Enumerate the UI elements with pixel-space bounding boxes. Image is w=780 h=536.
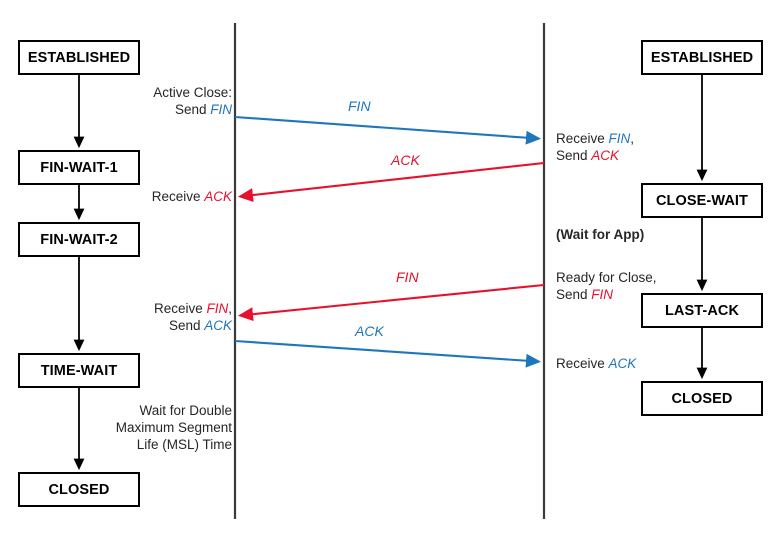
note-line: (Wait for App) <box>556 227 645 242</box>
segment-fin: FIN <box>608 131 631 146</box>
state-box-server-established[interactable]: ESTABLISHED <box>641 40 763 75</box>
note-text: Receive <box>556 131 609 146</box>
state-box-client-established[interactable]: ESTABLISHED <box>18 40 140 75</box>
ack-client-to-server-arrow <box>234 339 542 368</box>
note-text: , <box>228 301 232 316</box>
segment-fin: FIN <box>591 287 614 302</box>
note-receive-ack-server: Receive ACK <box>556 355 636 372</box>
note-line: Send FIN <box>32 101 232 118</box>
note-text: Receive <box>153 301 207 316</box>
segment-ack: ACK <box>204 318 232 333</box>
message-arrows <box>234 115 545 368</box>
tcp-termination-diagram: ESTABLISHED FIN-WAIT-1 FIN-WAIT-2 TIME-W… <box>0 0 780 536</box>
note-line: Send FIN <box>556 286 657 303</box>
fin-client-to-server-arrow <box>234 115 542 145</box>
note-active-close: Active Close: Send FIN <box>32 84 232 118</box>
state-label: ESTABLISHED <box>27 49 131 66</box>
state-label: CLOSED <box>671 390 733 407</box>
state-label: TIME-WAIT <box>40 362 118 379</box>
segment-ack: ACK <box>204 189 232 204</box>
fin-server-to-client-arrow <box>237 283 545 322</box>
state-label: FIN-WAIT-1 <box>40 159 118 176</box>
note-line: Send ACK <box>32 317 232 334</box>
note-line: Receive ACK <box>32 188 232 205</box>
arrow-label-fin-1: FIN <box>348 98 371 114</box>
arrow-label-text: ACK <box>355 323 384 339</box>
note-line: Life (MSL) Time <box>136 437 232 452</box>
note-receive-fin-send-ack-client: Receive FIN, Send ACK <box>32 300 232 334</box>
state-label: FIN-WAIT-2 <box>40 231 118 248</box>
state-box-client-fin-wait-2[interactable]: FIN-WAIT-2 <box>18 222 140 257</box>
segment-fin: FIN <box>210 102 232 117</box>
note-line: Send ACK <box>556 147 634 164</box>
note-receive-ack-client: Receive ACK <box>32 188 232 205</box>
ack-server-to-client-arrow <box>237 161 545 202</box>
state-label: CLOSE-WAIT <box>655 192 749 209</box>
state-label: LAST-ACK <box>664 302 740 319</box>
note-line: Ready for Close, <box>556 270 657 285</box>
arrow-label-text: FIN <box>348 98 371 114</box>
segment-fin: FIN <box>206 301 229 316</box>
state-box-client-closed[interactable]: CLOSED <box>18 472 140 507</box>
lifelines <box>233 23 546 519</box>
state-box-client-fin-wait-1[interactable]: FIN-WAIT-1 <box>18 150 140 185</box>
note-text: Send <box>168 318 205 333</box>
note-ready-for-close: Ready for Close, Send FIN <box>556 269 657 303</box>
arrow-label-text: ACK <box>391 152 420 168</box>
note-line: Receive FIN, <box>32 300 232 317</box>
note-line: Receive FIN, <box>556 130 634 147</box>
arrow-label-text: FIN <box>396 269 419 285</box>
state-box-client-time-wait[interactable]: TIME-WAIT <box>18 353 140 388</box>
note-receive-fin-send-ack-server: Receive FIN, Send ACK <box>556 130 634 164</box>
state-label: CLOSED <box>48 481 110 498</box>
note-line: Wait for Double <box>139 403 232 418</box>
arrow-label-ack-2: ACK <box>355 323 384 339</box>
state-box-server-close-wait[interactable]: CLOSE-WAIT <box>641 183 763 218</box>
note-line: Maximum Segment <box>115 420 232 435</box>
note-text: Send <box>556 287 592 302</box>
note-text: Send <box>556 148 592 163</box>
note-text: Send <box>174 102 211 117</box>
state-label: ESTABLISHED <box>650 49 754 66</box>
segment-ack: ACK <box>608 356 637 371</box>
state-box-server-closed[interactable]: CLOSED <box>641 381 763 416</box>
note-wait-for-app: (Wait for App) <box>556 226 644 243</box>
note-line: Receive ACK <box>556 355 636 372</box>
note-text: Receive <box>151 189 205 204</box>
state-box-server-last-ack[interactable]: LAST-ACK <box>641 293 763 328</box>
note-text: , <box>630 131 635 146</box>
arrow-label-fin-2: FIN <box>396 269 419 285</box>
diagram-vector-layer <box>73 23 708 519</box>
arrow-label-ack-1: ACK <box>391 152 420 168</box>
note-line: Active Close: <box>153 85 232 100</box>
note-text: Receive <box>556 356 609 371</box>
note-msl-wait: Wait for Double Maximum Segment Life (MS… <box>32 402 232 453</box>
segment-ack: ACK <box>591 148 620 163</box>
